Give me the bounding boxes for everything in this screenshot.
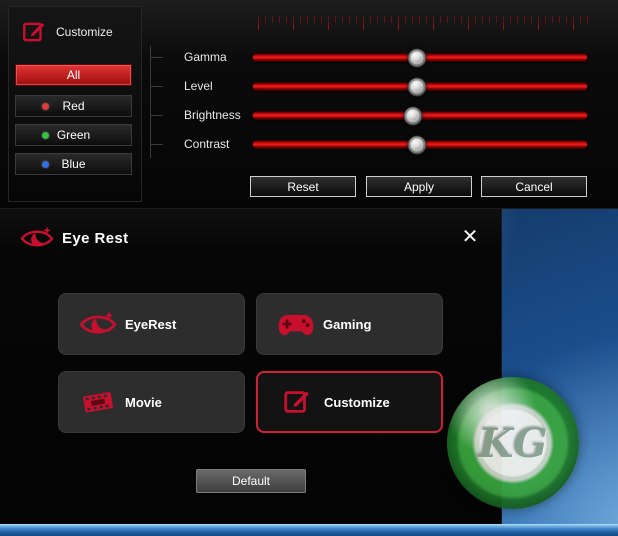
customize-panel-header: Customize [21,19,113,45]
slider-label-brightness: Brightness [184,108,241,122]
contrast-slider-knob[interactable] [407,135,426,154]
brightness-slider-knob[interactable] [404,106,423,125]
level-slider-track[interactable] [252,82,588,91]
customize-panel-title: Customize [56,25,113,39]
mode-label: EyeRest [125,317,176,332]
dialog-title: Eye Rest [62,230,129,247]
apply-button[interactable]: Apply [366,176,472,197]
watermark-logo: KG [447,377,579,509]
desktop: Customize All Red Green Blue Gamma [0,0,618,536]
reset-button[interactable]: Reset [250,176,356,197]
close-icon[interactable]: ✕ [457,223,483,249]
slider-row-level: Level [160,76,608,96]
customize-panel: Customize All Red Green Blue Gamma [0,0,618,209]
mode-tile-gaming[interactable]: Gaming [256,293,443,355]
mode-tile-movie[interactable]: Movie [58,371,245,433]
slider-row-brightness: Brightness [160,105,608,125]
slider-row-contrast: Contrast [160,134,608,154]
eyerest-eye-icon [79,309,117,339]
mode-label: Customize [324,395,390,410]
eyerest-eye-icon [20,225,54,251]
mode-tile-eyerest[interactable]: EyeRest [58,293,245,355]
channel-label: Blue [61,157,85,171]
channel-label: All [67,68,80,82]
channel-button-green[interactable]: Green [15,124,132,146]
gamepad-icon [277,309,315,339]
contrast-slider-track[interactable] [252,140,588,149]
channel-button-red[interactable]: Red [15,95,132,117]
channel-button-blue[interactable]: Blue [15,153,132,175]
watermark-monogram: KG [479,420,548,467]
channel-label: Green [57,128,90,142]
channel-button-all[interactable]: All [15,64,132,86]
gamma-slider-knob[interactable] [407,48,426,67]
channel-color-dot [42,103,49,110]
brightness-slider-track[interactable] [252,111,588,120]
channel-label: Red [62,99,84,113]
channel-color-dot [42,132,49,139]
pencil-square-icon [278,387,316,417]
level-slider-knob[interactable] [407,77,426,96]
taskbar[interactable] [0,524,618,536]
default-button[interactable]: Default [196,469,306,493]
slider-label-gamma: Gamma [184,50,227,64]
mode-tile-customize[interactable]: Customize [256,371,443,433]
cancel-button[interactable]: Cancel [481,176,587,197]
tree-connector [150,46,151,158]
channel-color-dot [42,161,49,168]
slider-scale-ruler [258,16,588,30]
mode-label: Gaming [323,317,371,332]
film-icon [79,387,117,417]
slider-label-contrast: Contrast [184,137,229,151]
pencil-square-icon [21,19,47,45]
slider-label-level: Level [184,79,213,93]
gamma-slider-track[interactable] [252,53,588,62]
eye-rest-dialog: Eye Rest ✕ EyeRest Gaming [0,209,502,525]
slider-row-gamma: Gamma [160,47,608,67]
mode-label: Movie [125,395,162,410]
